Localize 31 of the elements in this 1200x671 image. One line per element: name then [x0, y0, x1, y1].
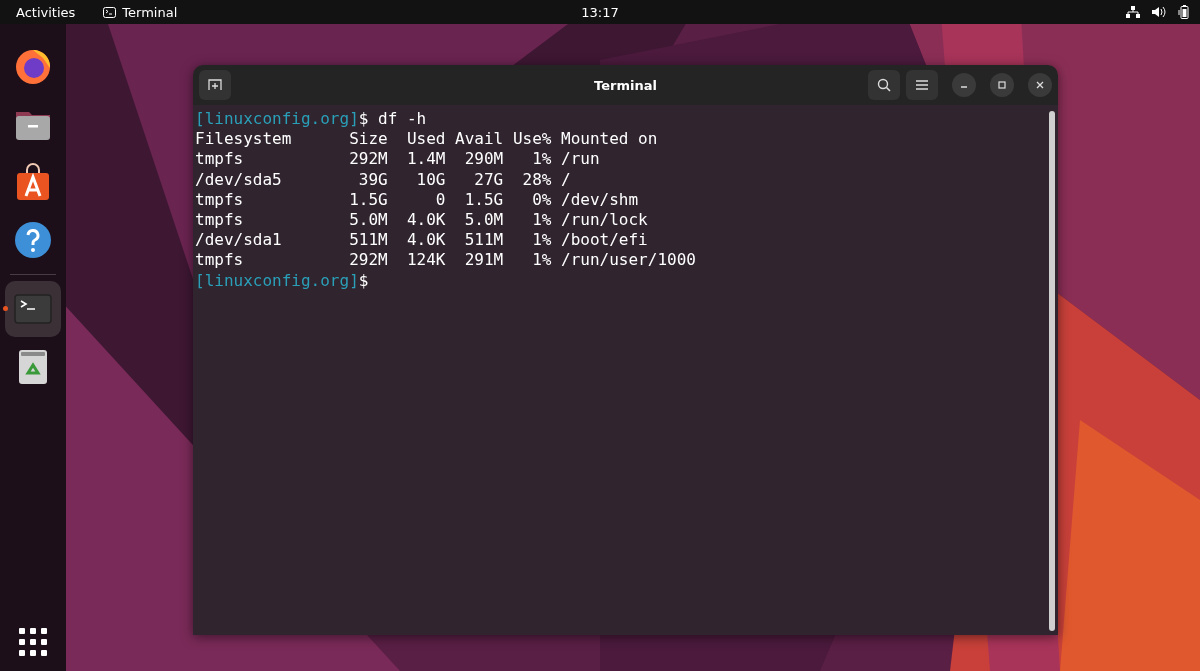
close-icon [1035, 80, 1045, 90]
volume-icon[interactable] [1152, 6, 1166, 18]
menu-icon [916, 80, 928, 90]
activities-button[interactable]: Activities [16, 4, 76, 20]
prompt-line: [linuxconfig.org]$ [195, 270, 369, 291]
app-menu[interactable]: Terminal [103, 4, 178, 20]
terminal-icon [103, 6, 117, 18]
scrollbar[interactable] [1049, 111, 1055, 631]
output-line: tmpfs 1.5G 0 1.5G 0% /dev/shm [195, 189, 639, 210]
menu-button[interactable] [906, 70, 938, 100]
window-title: Terminal [594, 77, 657, 93]
output-line: tmpfs 292M 1.4M 290M 1% /run [195, 149, 600, 170]
search-icon [877, 78, 891, 92]
new-tab-icon [208, 78, 222, 92]
clock[interactable]: 13:17 [581, 4, 619, 20]
output-line: tmpfs 292M 124K 291M 1% /run/user/1000 [195, 250, 696, 271]
app-grid-icon[interactable] [18, 627, 48, 657]
output-line: Filesystem Size Used Avail Use% Mounted on [195, 129, 658, 150]
network-icon[interactable] [1126, 6, 1140, 18]
search-button[interactable] [868, 70, 900, 100]
output-line: tmpfs 5.0M 4.0K 5.0M 1% /run/lock [195, 210, 648, 231]
output-line: /dev/sda1 511M 4.0K 511M 1% /boot/efi [195, 230, 648, 251]
maximize-icon [997, 80, 1007, 90]
help-icon[interactable] [13, 220, 53, 260]
prompt-line: [linuxconfig.org]$ df -h [195, 109, 427, 130]
minimize-button[interactable] [952, 73, 976, 97]
output-line: /dev/sda5 39G 10G 27G 28% / [195, 169, 571, 190]
new-tab-button[interactable] [199, 70, 231, 100]
close-button[interactable] [1028, 73, 1052, 97]
maximize-button[interactable] [990, 73, 1014, 97]
battery-icon[interactable] [1178, 5, 1190, 19]
